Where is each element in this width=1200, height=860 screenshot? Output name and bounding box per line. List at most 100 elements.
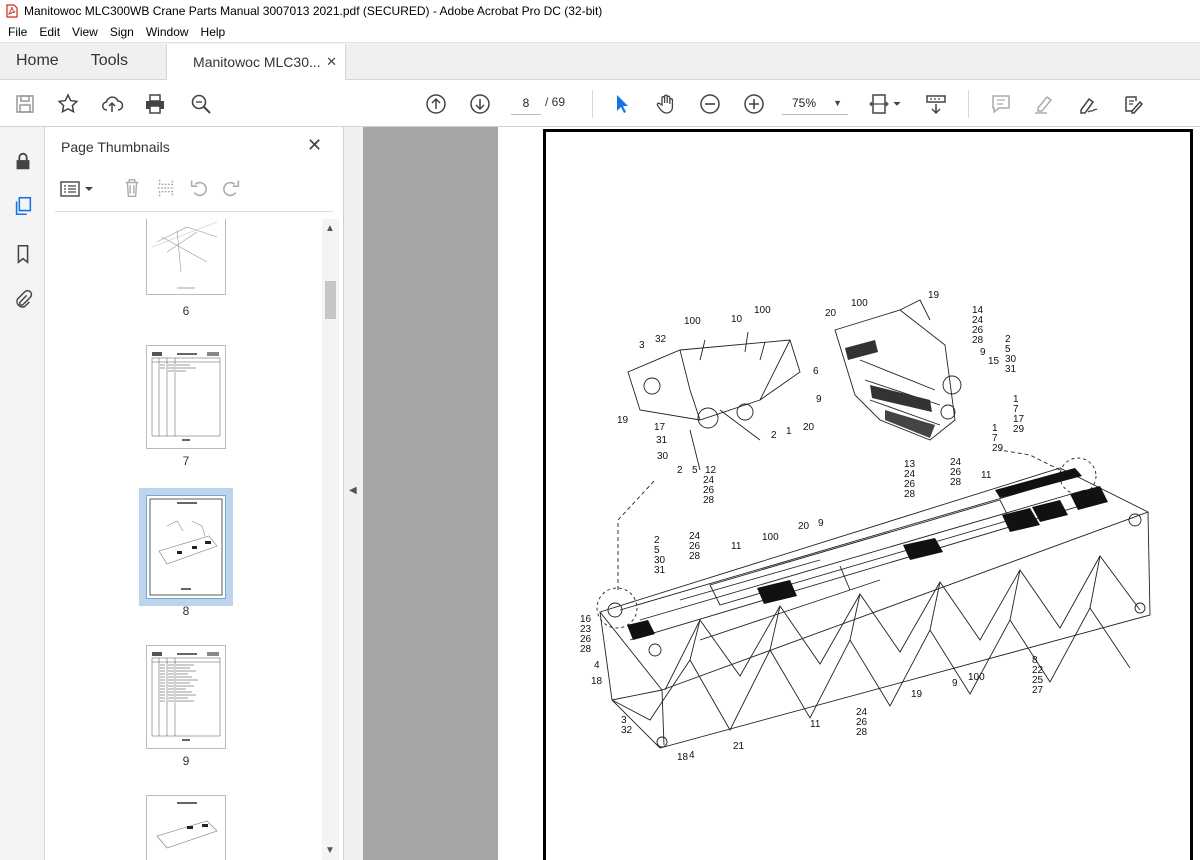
callout-label: 11 [731,541,742,552]
panel-close-icon[interactable]: ✕ [307,135,322,156]
panel-title: Page Thumbnails [61,139,170,155]
tab-tools[interactable]: Tools [75,43,144,79]
callout-label: 19 [617,415,629,426]
menu-window[interactable]: Window [140,25,195,39]
tab-close-icon[interactable]: ✕ [326,54,337,70]
zoom-out-icon[interactable] [697,91,723,117]
callout-label: 100 [762,532,779,543]
upload-cloud-icon[interactable] [99,91,125,117]
fill-sign-icon[interactable] [1075,91,1101,117]
attachment-icon[interactable] [10,287,36,313]
callout-label: 9 [952,678,958,689]
panel-toolbar [55,175,335,203]
zoom-level-select[interactable]: 75% ▼ [782,91,848,115]
callout-label: 17 [654,422,666,433]
callout-label: 9 [816,394,822,405]
page-thumbnails-icon[interactable] [10,193,36,219]
rotate-left-icon[interactable] [188,177,210,199]
callout-label: 20 [803,422,815,433]
find-zoom-icon[interactable] [188,91,214,117]
callout-label: 19 [928,290,940,301]
callout-label: 28 [580,644,592,655]
scroll-up-icon[interactable]: ▲ [325,223,335,234]
thumbnail-page[interactable] [146,219,226,295]
callout-label: 11 [810,719,821,730]
menu-edit[interactable]: Edit [33,25,66,39]
scroll-mode-icon[interactable] [923,91,949,117]
callout-label: 1 [786,426,792,437]
edit-pdf-icon[interactable] [1120,91,1146,117]
thumbnail-drawing [151,221,218,289]
scroll-down-icon[interactable]: ▼ [325,845,335,856]
callout-label: 20 [825,308,837,319]
callout-label: 3 [639,340,645,351]
bookmark-star-icon[interactable] [55,91,81,117]
thumbnail-page[interactable] [146,795,226,860]
callout-label: 31 [654,565,666,576]
menu-file[interactable]: File [2,25,33,39]
select-cursor-icon[interactable] [609,91,635,117]
zoom-in-icon[interactable] [741,91,767,117]
callout-label: 6 [813,366,819,377]
callout-label: 2 [771,430,777,441]
toolbar-divider [592,90,593,118]
thumbnail-label: 6 [182,304,190,318]
thumbnail-page[interactable] [146,345,226,449]
next-page-icon[interactable] [467,91,493,117]
callout-label: 27 [1032,685,1044,696]
tab-document-label: Manitowoc MLC30... [193,54,321,70]
callout-label: 9 [818,518,824,529]
callout-label: 30 [657,451,669,462]
bookmark-icon[interactable] [10,241,36,267]
callout-label: 100 [684,316,701,327]
zoom-level-value: 75% [792,96,817,110]
menu-help[interactable]: Help [195,25,232,39]
callout-label: 100 [754,305,771,316]
lock-icon[interactable] [10,148,36,174]
callout-label: 31 [1005,364,1017,375]
options-menu-icon[interactable] [59,179,95,199]
walkway-grating-panels [627,340,1108,640]
extract-pages-icon[interactable] [155,177,177,199]
print-icon[interactable] [142,91,168,117]
save-icon[interactable] [12,91,38,117]
delete-icon[interactable] [121,177,143,199]
main-toolbar: 8 / 69 75% ▼ [0,80,1200,127]
menu-view[interactable]: View [66,25,104,39]
callout-label: 15 [988,356,1000,367]
scrollbar-thumb[interactable] [325,281,336,319]
thumbnail-scrollbar[interactable]: ▲ ▼ [322,219,339,860]
thumbnail-page[interactable] [146,645,226,749]
callout-label: 9 [980,347,986,358]
page-thumbnails-panel: Page Thumbnails ✕ 6 7 8 9 ▲ ▼ [45,127,344,860]
panel-collapse-handle[interactable]: ◀ [344,127,364,860]
thumbnail-label: 7 [182,454,190,468]
hand-tool-icon[interactable] [653,91,679,117]
comment-icon[interactable] [988,91,1014,117]
callout-label: 28 [689,551,701,562]
page-fit-icon[interactable] [866,91,904,117]
callout-label: 5 [692,465,698,476]
panel-divider [55,211,333,212]
callout-label: 4 [594,660,600,671]
highlight-pen-icon[interactable] [1031,91,1057,117]
chevron-left-icon[interactable]: ◀ [349,485,357,496]
tab-document[interactable]: Manitowoc MLC30... ✕ [166,44,347,80]
rotate-right-icon[interactable] [220,177,242,199]
thumbnail-page-selected[interactable] [139,488,233,606]
callout-label: 19 [911,689,923,700]
callout-label: 18 [677,752,689,763]
toolbar-divider [968,90,969,118]
page-number-input[interactable]: 8 [511,91,541,115]
menu-sign[interactable]: Sign [104,25,140,39]
callout-label: 2 [677,465,683,476]
callout-label: 32 [621,725,633,736]
chevron-down-icon: ▼ [833,98,842,108]
callout-label: 28 [950,477,962,488]
thumbnail-table [151,352,221,441]
tab-bar: Home Tools Manitowoc MLC30... ✕ [0,43,1200,80]
previous-page-icon[interactable] [423,91,449,117]
callout-label: 32 [655,334,667,345]
callout-label: 28 [703,495,715,506]
tab-home[interactable]: Home [0,43,75,79]
